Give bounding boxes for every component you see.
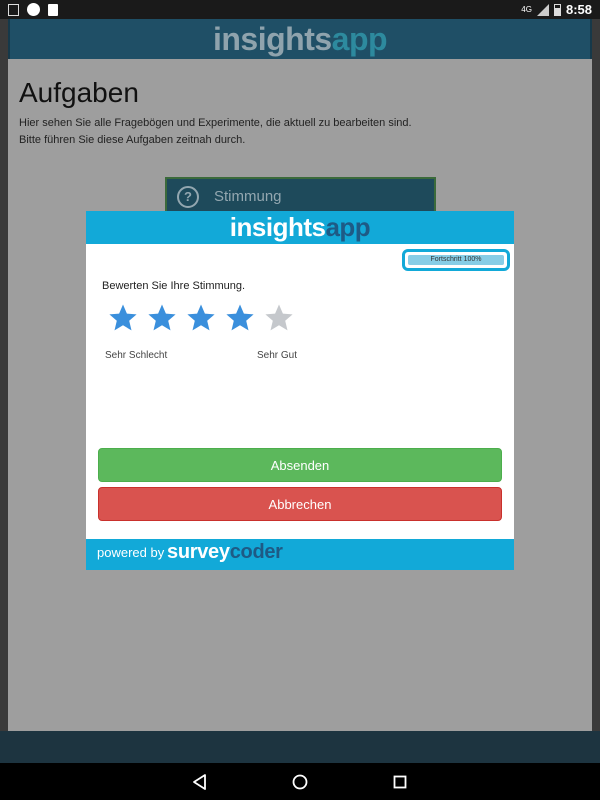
description-line-2: Bitte führen Sie diese Aufgaben zeitnah …	[19, 134, 246, 146]
description-line-1: Hier sehen Sie alle Fragebögen und Exper…	[19, 117, 412, 129]
task-label: Stimmung	[214, 188, 282, 205]
question-icon: ?	[177, 186, 199, 208]
star-filled-icon[interactable]	[225, 303, 255, 333]
app-border-right	[592, 19, 600, 763]
submit-button[interactable]: Absenden	[98, 448, 502, 482]
surveycoder-logo: surveycoder	[167, 541, 283, 564]
cancel-button[interactable]: Abbrechen	[98, 487, 502, 521]
signal-icon	[536, 3, 549, 16]
recents-icon[interactable]	[390, 772, 410, 792]
page-description: Hier sehen Sie alle Fragebögen und Exper…	[19, 115, 439, 149]
star-empty-icon[interactable]	[264, 303, 294, 333]
star-filled-icon[interactable]	[108, 303, 138, 333]
page-title: Aufgaben	[19, 77, 139, 108]
clock: 8:58	[565, 2, 592, 17]
status-right: 4G 8:58	[521, 2, 592, 17]
star-filled-icon[interactable]	[147, 303, 177, 333]
modal-logo-insights: insights	[229, 212, 326, 242]
app-header: insightsapp	[8, 19, 592, 59]
modal-header: insightsapp	[86, 211, 514, 244]
network-type: 4G	[521, 5, 532, 14]
brand-survey: survey	[167, 541, 230, 563]
brand-coder: coder	[229, 541, 283, 563]
progress-label: Fortschritt 100%	[430, 256, 482, 263]
notes-icon	[8, 3, 19, 16]
back-icon[interactable]	[190, 772, 210, 792]
app-border-left	[0, 19, 8, 763]
status-bar: 4G 8:58	[0, 0, 600, 19]
scale-low-label: Sehr Schlecht	[105, 350, 168, 361]
app-footer	[0, 731, 600, 763]
circle-icon	[27, 3, 40, 16]
logo-text-app: app	[331, 21, 388, 57]
powered-by-text: powered by	[97, 545, 165, 560]
scale-high-label: Sehr Gut	[257, 350, 298, 361]
home-icon[interactable]	[290, 772, 310, 792]
logo-text-insights: insights	[212, 21, 332, 57]
star-rating[interactable]	[108, 303, 294, 333]
modal-footer: powered by surveycoder	[86, 539, 514, 570]
battery-icon	[553, 3, 561, 16]
survey-modal: insightsapp Fortschritt 100% Bewerten Si…	[86, 211, 514, 570]
modal-logo: insightsapp	[86, 211, 514, 244]
progress-bar: Fortschritt 100%	[408, 255, 504, 265]
question-text: Bewerten Sie Ihre Stimmung.	[102, 280, 246, 292]
sdcard-icon	[48, 3, 58, 16]
status-left	[8, 3, 58, 16]
progress-indicator: Fortschritt 100%	[402, 249, 510, 271]
modal-logo-app: app	[325, 212, 371, 242]
navigation-bar	[0, 763, 600, 800]
star-filled-icon[interactable]	[186, 303, 216, 333]
app-logo: insightsapp	[10, 21, 590, 58]
